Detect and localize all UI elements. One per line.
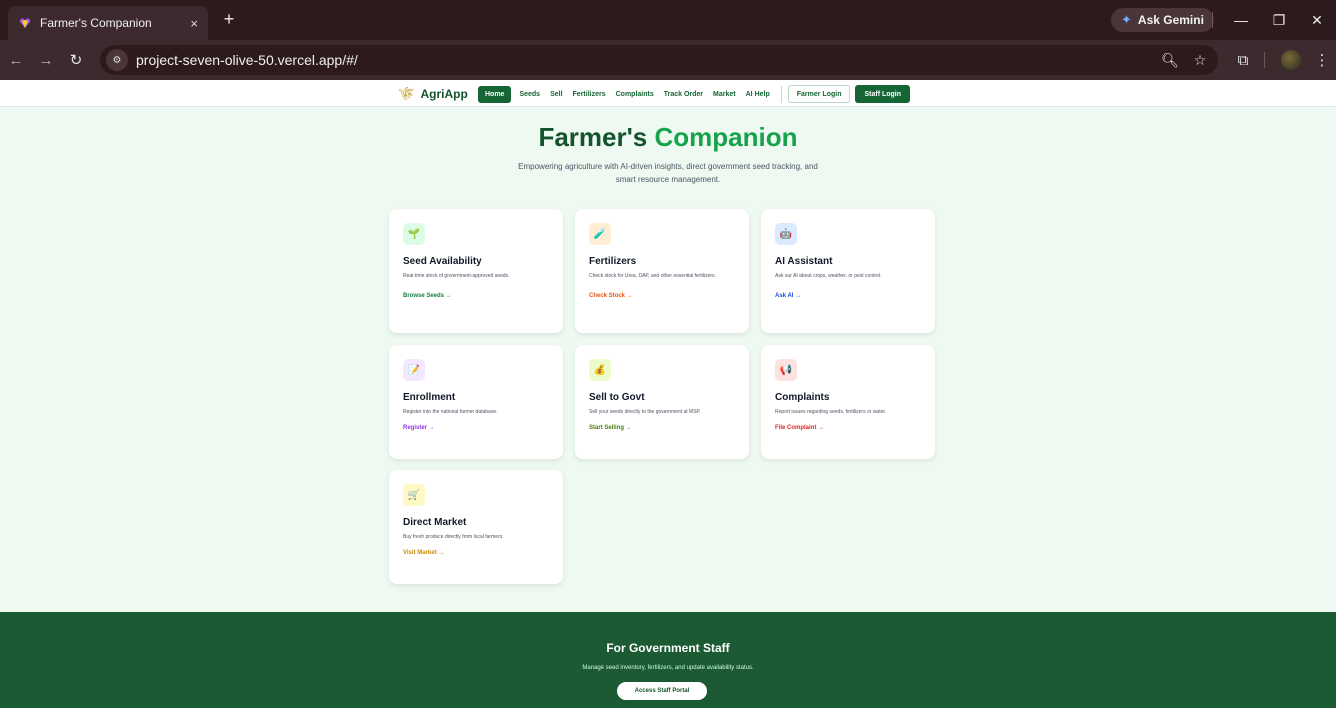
browser-tab[interactable]: Farmer's Companion × (8, 6, 208, 40)
nav-link-market[interactable]: Market (708, 86, 741, 103)
site-info-icon[interactable]: ⚙ (106, 49, 128, 71)
card-title: Sell to Govt (589, 392, 645, 403)
register-link[interactable]: Register → (403, 425, 549, 431)
ask-gemini-button[interactable]: ✦ Ask Gemini (1111, 8, 1214, 32)
address-bar-row: ← → ↻ ⚙ project-seven-olive-50.vercel.ap… (0, 40, 1336, 80)
staff-section: For Government Staff Manage seed invento… (0, 612, 1336, 708)
zoom-icon[interactable]: 🔍︎ (1160, 50, 1180, 70)
card-description: Buy fresh produce directly from local fa… (403, 534, 504, 540)
nav-link-ai-help[interactable]: AI Help (741, 86, 775, 103)
card-seed-availability[interactable]: 🌱 Seed Availability Real-time stock of g… (389, 209, 563, 333)
brand[interactable]: 🌾︎ AgriApp (398, 86, 468, 102)
farmer-login-button[interactable]: Farmer Login (787, 85, 851, 103)
wheat-logo-icon: 🌾︎ (398, 86, 415, 101)
visit-market-link[interactable]: Visit Market → (403, 550, 549, 556)
restore-icon[interactable]: ❐ (1264, 8, 1294, 32)
tab-title: Farmer's Companion (40, 16, 152, 30)
nav-link-complaints[interactable]: Complaints (611, 86, 659, 103)
start-selling-link[interactable]: Start Selling → (589, 425, 735, 431)
forward-icon[interactable]: → (36, 50, 56, 70)
close-window-icon[interactable]: ✕ (1302, 8, 1332, 32)
browser-tab-bar: Farmer's Companion × + ✦ Ask Gemini — ❐ … (0, 0, 1336, 40)
check-stock-link[interactable]: Check Stock → (589, 293, 735, 299)
access-staff-portal-button[interactable]: Access Staff Portal (617, 682, 707, 700)
back-icon[interactable]: ← (6, 50, 26, 70)
card-description: Sell your seeds directly to the governme… (589, 409, 701, 415)
nav-link-sell[interactable]: Sell (545, 86, 567, 103)
card-description: Ask our AI about crops, weather, or pest… (775, 273, 882, 279)
ask-gemini-label: Ask Gemini (1137, 13, 1204, 27)
web-page: 🌾︎ AgriApp Home Seeds Sell Fertilizers C… (0, 80, 1336, 708)
card-fertilizers[interactable]: 🧪 Fertilizers Check stock for Urea, DAP,… (575, 209, 749, 333)
money-bag-icon: 💰 (589, 359, 611, 381)
card-description: Real-time stock of government-approved s… (403, 273, 510, 279)
shopping-cart-icon: 🛒 (403, 484, 425, 506)
card-title: Complaints (775, 392, 830, 403)
card-direct-market[interactable]: 🛒 Direct Market Buy fresh produce direct… (389, 470, 563, 584)
card-description: Check stock for Urea, DAP, and other ess… (589, 273, 716, 279)
robot-icon: 🤖 (775, 223, 797, 245)
url-text[interactable]: project-seven-olive-50.vercel.app/#/ (136, 52, 358, 68)
card-title: Direct Market (403, 517, 467, 528)
toolbar-divider (1212, 12, 1213, 28)
new-tab-button[interactable]: + (218, 8, 240, 30)
tab-close-icon[interactable]: × (190, 16, 198, 31)
card-description: Report issues regarding seeds, fertilize… (775, 409, 887, 415)
brand-name: AgriApp (420, 87, 468, 101)
card-enrollment[interactable]: 📝 Enrollment Register into the national … (389, 345, 563, 459)
card-title: Seed Availability (403, 256, 482, 267)
megaphone-icon: 📢 (775, 359, 797, 381)
staff-subtitle: Manage seed inventory, fertilizers, and … (582, 665, 754, 671)
kebab-menu-icon[interactable]: ⋮ (1312, 50, 1332, 70)
sprout-icon: 🌱 (403, 223, 425, 245)
card-title: Enrollment (403, 392, 456, 403)
profile-avatar[interactable] (1281, 50, 1301, 70)
staff-login-button[interactable]: Staff Login (855, 85, 911, 103)
hero-title-part1: Farmer's (538, 122, 648, 152)
gemini-spark-icon: ✦ (1121, 12, 1132, 27)
nav-link-seeds[interactable]: Seeds (514, 86, 545, 103)
reload-icon[interactable]: ↻ (66, 50, 86, 70)
card-title: AI Assistant (775, 256, 833, 267)
file-complaint-link[interactable]: File Complaint → (775, 425, 921, 431)
hero-title-part2: Companion (654, 122, 798, 152)
minimize-icon[interactable]: — (1226, 8, 1256, 32)
staff-title: For Government Staff (606, 641, 730, 655)
site-navbar: 🌾︎ AgriApp Home Seeds Sell Fertilizers C… (0, 80, 1336, 107)
hero-subtitle: Empowering agriculture with AI-driven in… (518, 162, 818, 184)
ask-ai-link[interactable]: Ask AI → (775, 293, 921, 299)
card-ai-assistant[interactable]: 🤖 AI Assistant Ask our AI about crops, w… (761, 209, 935, 333)
test-tube-icon: 🧪 (589, 223, 611, 245)
hero-title: Farmer's Companion (0, 122, 1336, 153)
nav-divider (780, 85, 782, 103)
nav-link-fertilizers[interactable]: Fertilizers (568, 86, 611, 103)
browse-seeds-link[interactable]: Browse Seeds → (403, 293, 549, 299)
nav-link-home[interactable]: Home (478, 85, 512, 103)
nav-links: Home Seeds Sell Fertilizers Complaints T… (478, 85, 911, 103)
nav-link-track-order[interactable]: Track Order (659, 86, 708, 103)
extensions-icon[interactable]: ⧉ (1233, 50, 1253, 70)
card-complaints[interactable]: 📢 Complaints Report issues regarding see… (761, 345, 935, 459)
favicon-icon (18, 16, 32, 30)
card-sell-to-govt[interactable]: 💰 Sell to Govt Sell your seeds directly … (575, 345, 749, 459)
memo-icon: 📝 (403, 359, 425, 381)
card-title: Fertilizers (589, 256, 637, 267)
card-description: Register into the national farmer databa… (403, 409, 498, 415)
toolbar-divider (1264, 52, 1265, 68)
bookmark-star-icon[interactable]: ☆ (1190, 50, 1210, 70)
omnibox[interactable]: ⚙ project-seven-olive-50.vercel.app/#/ 🔍… (100, 45, 1218, 75)
